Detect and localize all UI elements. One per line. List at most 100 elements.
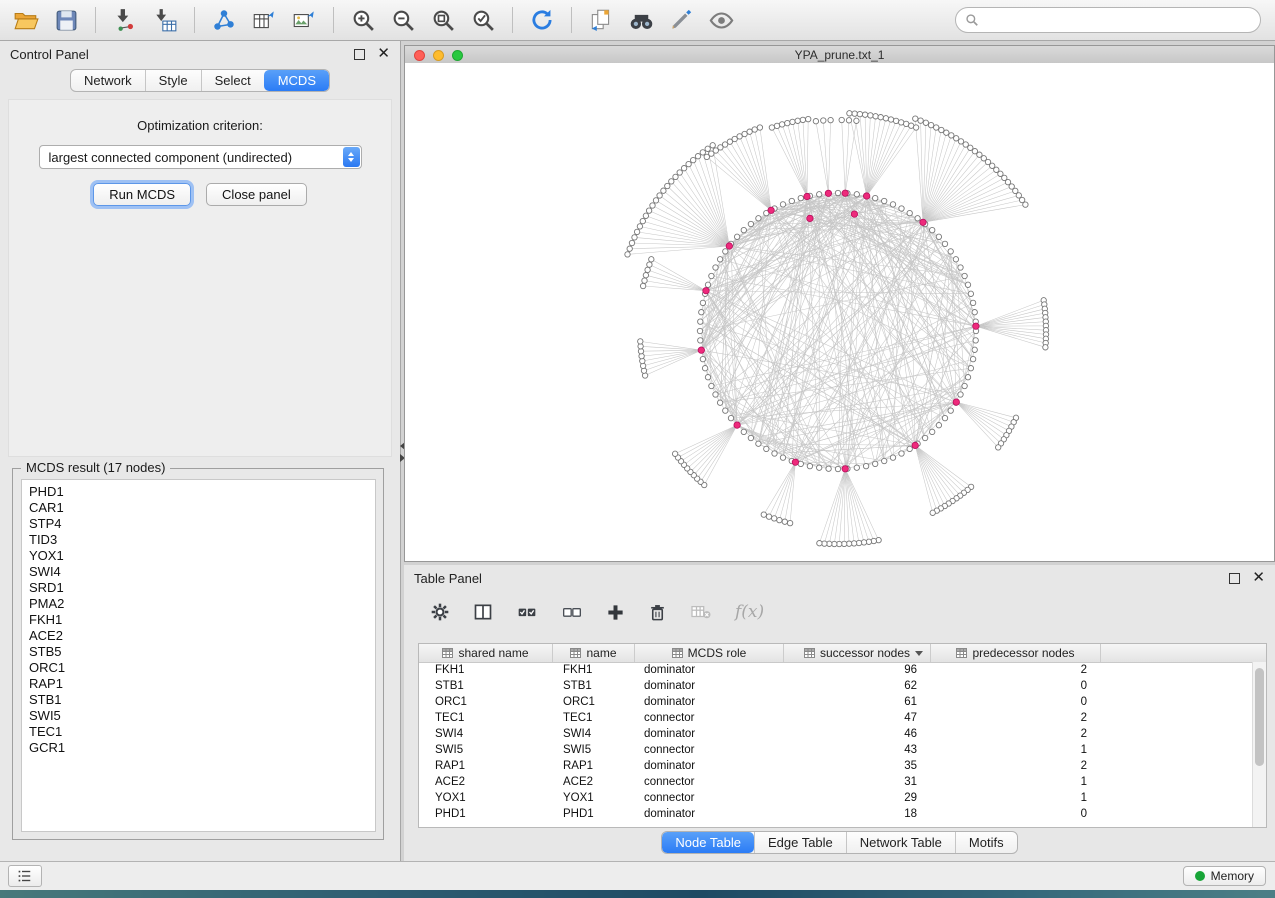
table-scrollbar[interactable] (1252, 662, 1266, 827)
mcds-result-item[interactable]: TEC1 (29, 724, 368, 740)
mcds-result-item[interactable]: GCR1 (29, 740, 368, 756)
float-panel-icon[interactable] (1229, 573, 1240, 584)
gear-icon (430, 602, 450, 622)
scrollbar-thumb[interactable] (1255, 668, 1264, 766)
criterion-dropdown[interactable]: largest connected component (undirected) (39, 145, 362, 169)
cell-shared-name: ORC1 (419, 696, 553, 708)
open-file-button[interactable] (8, 5, 44, 35)
add-column-button[interactable] (606, 603, 625, 622)
table-tab-node-table[interactable]: Node Table (662, 832, 754, 853)
mcds-result-item[interactable]: SWI5 (29, 708, 368, 724)
table-tab-motifs[interactable]: Motifs (955, 832, 1017, 853)
column-header-shared-name[interactable]: shared name (419, 644, 553, 662)
mcds-result-item[interactable]: ACE2 (29, 628, 368, 644)
close-panel-icon[interactable]: ✕ (1252, 573, 1265, 583)
tab-style[interactable]: Style (145, 70, 201, 91)
mcds-result-item[interactable]: RAP1 (29, 676, 368, 692)
mcds-result-item[interactable]: CAR1 (29, 500, 368, 516)
search-box[interactable] (955, 7, 1261, 33)
window-close-icon[interactable] (414, 50, 425, 61)
mcds-result-item[interactable]: SWI4 (29, 564, 368, 580)
export-image-button[interactable] (286, 5, 322, 35)
table-settings-button[interactable] (430, 602, 450, 622)
show-style-button[interactable] (663, 5, 699, 35)
table-row[interactable]: ORC1ORC1dominator610 (419, 694, 1253, 710)
cell-name: YOX1 (553, 792, 635, 804)
zoom-out-button[interactable] (385, 5, 421, 35)
export-table-icon (251, 7, 277, 33)
zoom-in-button[interactable] (345, 5, 381, 35)
table-row[interactable]: PHD1PHD1dominator180 (419, 806, 1253, 822)
mcds-result-item[interactable]: PHD1 (29, 484, 368, 500)
float-panel-icon[interactable] (354, 49, 365, 60)
table-row[interactable]: ACE2ACE2connector311 (419, 774, 1253, 790)
mcds-result-item[interactable]: PMA2 (29, 596, 368, 612)
memory-button[interactable]: Memory (1183, 866, 1266, 886)
toolbar-separator (333, 7, 334, 33)
zoom-fit-button[interactable] (425, 5, 461, 35)
table-tab-network-table[interactable]: Network Table (846, 832, 955, 853)
table-row[interactable]: RAP1RAP1dominator352 (419, 758, 1253, 774)
table-sort-icon (672, 648, 683, 658)
chevron-down-icon[interactable] (915, 651, 923, 656)
network-window-titlebar[interactable]: YPA_prune.txt_1 (404, 45, 1275, 65)
tab-mcds[interactable]: MCDS (264, 70, 329, 91)
table-tab-edge-table[interactable]: Edge Table (754, 832, 846, 853)
cell-shared-name: STB1 (419, 680, 553, 692)
mcds-result-item[interactable]: FKH1 (29, 612, 368, 628)
column-header-MCDS-role[interactable]: MCDS role (635, 644, 784, 662)
mcds-result-list[interactable]: PHD1CAR1STP4TID3YOX1SWI4SRD1PMA2FKH1ACE2… (21, 479, 376, 832)
mcds-result-item[interactable]: STP4 (29, 516, 368, 532)
mcds-result-item[interactable]: STB1 (29, 692, 368, 708)
control-panel: Control Panel ✕ NetworkStyleSelectMCDS O… (0, 41, 401, 862)
column-header-name[interactable]: name (553, 644, 635, 662)
table-row[interactable]: FKH1FKH1dominator962 (419, 662, 1253, 678)
column-header-successor-nodes[interactable]: successor nodes (784, 644, 931, 662)
clone-network-button[interactable] (583, 5, 619, 35)
delete-column-button[interactable] (648, 603, 667, 622)
delete-table-icon (690, 603, 712, 621)
cell-successor-nodes: 43 (784, 744, 931, 756)
save-session-button[interactable] (48, 5, 84, 35)
cell-shared-name: YOX1 (419, 792, 553, 804)
window-maximize-icon[interactable] (452, 50, 463, 61)
export-table-button[interactable] (246, 5, 282, 35)
column-header-label: MCDS role (688, 646, 747, 660)
search-input[interactable] (985, 12, 1251, 28)
table-row[interactable]: YOX1YOX1connector291 (419, 790, 1253, 806)
cell-name: TEC1 (553, 712, 635, 724)
table-row[interactable]: STB1STB1dominator620 (419, 678, 1253, 694)
table-row[interactable]: SWI5SWI5connector431 (419, 742, 1253, 758)
search-network-button[interactable] (623, 5, 659, 35)
zoom-selected-button[interactable] (465, 5, 501, 35)
select-all-columns-button[interactable] (516, 602, 538, 622)
mcds-result-item[interactable]: STB5 (29, 644, 368, 660)
task-history-button[interactable] (8, 865, 42, 887)
run-mcds-button[interactable]: Run MCDS (93, 183, 191, 206)
network-canvas[interactable] (404, 63, 1275, 562)
close-panel-icon[interactable]: ✕ (377, 49, 390, 59)
cell-name: STB1 (553, 680, 635, 692)
mcds-result-item[interactable]: ORC1 (29, 660, 368, 676)
mcds-result-item[interactable]: SRD1 (29, 580, 368, 596)
apply-layout-button[interactable] (524, 5, 560, 35)
control-panel-header: Control Panel ✕ (0, 41, 400, 67)
table-row[interactable]: TEC1TEC1connector472 (419, 710, 1253, 726)
new-network-button[interactable] (206, 5, 242, 35)
import-network-button[interactable] (107, 5, 143, 35)
column-header-predecessor-nodes[interactable]: predecessor nodes (931, 644, 1101, 662)
mcds-result-item[interactable]: YOX1 (29, 548, 368, 564)
network-graph[interactable] (405, 63, 1274, 561)
import-table-button[interactable] (147, 5, 183, 35)
tab-select[interactable]: Select (201, 70, 264, 91)
unselect-all-columns-button[interactable] (561, 602, 583, 622)
close-panel-button[interactable]: Close panel (206, 183, 307, 206)
tab-network[interactable]: Network (71, 70, 145, 91)
control-panel-tabs: NetworkStyleSelectMCDS (70, 69, 330, 92)
window-minimize-icon[interactable] (433, 50, 444, 61)
mcds-result-item[interactable]: TID3 (29, 532, 368, 548)
show-columns-button[interactable] (473, 602, 493, 622)
toggle-graphics-button[interactable] (703, 5, 739, 35)
cell-name: ORC1 (553, 696, 635, 708)
table-row[interactable]: SWI4SWI4dominator462 (419, 726, 1253, 742)
